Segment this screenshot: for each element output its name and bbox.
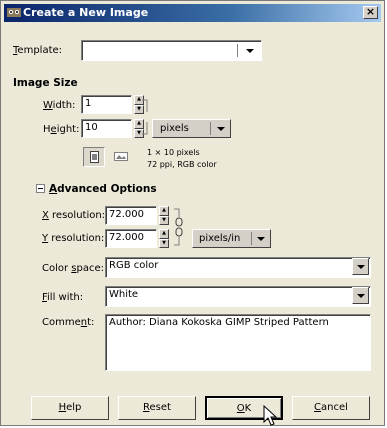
xres-spin-down[interactable]: ▼ bbox=[159, 215, 169, 225]
color-space-label: Color space: bbox=[42, 263, 105, 274]
help-button[interactable]: Help bbox=[31, 396, 109, 420]
close-button[interactable]: × bbox=[363, 6, 378, 19]
width-input[interactable]: 1 bbox=[81, 95, 132, 114]
template-label: Template: bbox=[13, 45, 63, 56]
res-unit-separator bbox=[251, 232, 252, 245]
size-unit-value: pixels bbox=[160, 123, 189, 134]
image-info-line1: 1 × 10 pixels bbox=[147, 148, 200, 157]
fill-with-value: White bbox=[109, 289, 139, 300]
fill-with-combo[interactable]: White bbox=[105, 286, 371, 307]
chain-link-icon[interactable] bbox=[140, 98, 150, 136]
color-space-dropdown-button[interactable] bbox=[352, 258, 369, 275]
resolution-chain-icon[interactable] bbox=[173, 207, 185, 247]
chevron-down-icon bbox=[217, 127, 225, 131]
fill-with-label: Fill with: bbox=[42, 292, 84, 303]
comment-label: Comment: bbox=[42, 317, 95, 328]
template-combo-separator bbox=[237, 44, 238, 57]
height-label: Height: bbox=[43, 124, 80, 135]
chevron-down-icon bbox=[357, 294, 365, 298]
comment-textarea[interactable]: Author: Diana Kokoska GIMP Striped Patte… bbox=[105, 314, 371, 371]
portrait-button[interactable] bbox=[83, 147, 105, 167]
color-space-value: RGB color bbox=[109, 260, 159, 271]
yres-spin-down[interactable]: ▼ bbox=[159, 238, 169, 248]
template-label-rest: emplate: bbox=[17, 45, 63, 56]
window-title: Create a New Image bbox=[23, 6, 149, 19]
title-bar[interactable]: Create a New Image × bbox=[4, 4, 381, 22]
color-space-combo[interactable]: RGB color bbox=[105, 257, 371, 278]
template-combo[interactable] bbox=[81, 40, 262, 61]
cancel-button[interactable]: Cancel bbox=[292, 396, 370, 420]
advanced-options-heading[interactable]: Advanced Options bbox=[49, 183, 157, 195]
image-info-line2: 72 ppi, RGB color bbox=[147, 160, 217, 169]
mouse-cursor-icon bbox=[263, 405, 278, 426]
x-resolution-label: X resolution: bbox=[42, 210, 106, 221]
y-resolution-spinner[interactable]: ▲ ▼ bbox=[159, 229, 169, 248]
image-size-heading: Image Size bbox=[13, 77, 78, 89]
width-label: Width: bbox=[43, 100, 76, 111]
x-resolution-spinner[interactable]: ▲ ▼ bbox=[159, 206, 169, 225]
y-resolution-label: Y resolution: bbox=[42, 233, 105, 244]
gimp-wilber-icon bbox=[7, 8, 21, 17]
portrait-icon bbox=[90, 151, 99, 163]
landscape-icon bbox=[114, 152, 128, 161]
chevron-down-icon bbox=[246, 49, 254, 53]
landscape-button[interactable] bbox=[111, 147, 133, 167]
xres-spin-up[interactable]: ▲ bbox=[159, 206, 169, 216]
x-resolution-input[interactable]: 72.000 bbox=[105, 206, 157, 225]
reset-button[interactable]: Reset bbox=[118, 396, 196, 420]
create-new-image-dialog: Create a New Image × Template: Image Siz… bbox=[0, 0, 385, 426]
y-resolution-input[interactable]: 72.000 bbox=[105, 229, 157, 248]
height-input[interactable]: 10 bbox=[81, 119, 132, 138]
resolution-unit-value: pixels/in bbox=[199, 233, 241, 244]
advanced-expander-icon[interactable] bbox=[36, 184, 45, 193]
resolution-unit-menu[interactable]: pixels/in bbox=[192, 229, 271, 248]
fill-with-dropdown-button[interactable] bbox=[352, 287, 369, 304]
size-unit-menu[interactable]: pixels bbox=[152, 119, 231, 138]
size-unit-separator bbox=[210, 122, 211, 135]
yres-spin-up[interactable]: ▲ bbox=[159, 229, 169, 239]
chevron-down-icon bbox=[357, 265, 365, 269]
chevron-down-icon bbox=[257, 237, 265, 241]
